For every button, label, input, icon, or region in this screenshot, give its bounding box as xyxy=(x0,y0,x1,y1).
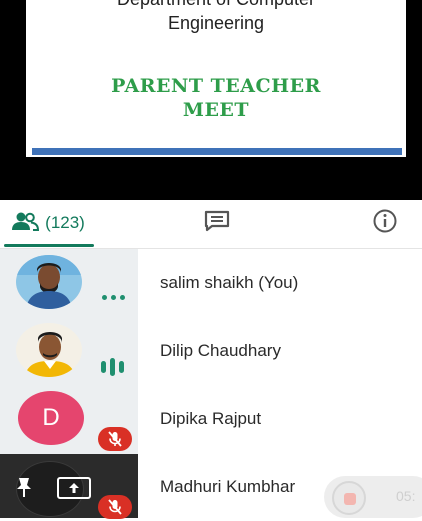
participant-name: Dilip Chaudhary xyxy=(160,341,281,360)
slide-footer-bar xyxy=(32,148,402,155)
participant-name: Dipika Rajput xyxy=(160,409,262,428)
panel-tabs: (123) xyxy=(0,200,422,249)
participant-row[interactable]: D Dipika Rajput xyxy=(0,385,422,453)
chat-icon xyxy=(203,209,231,238)
audio-level-icon xyxy=(101,358,124,376)
tab-info[interactable] xyxy=(360,200,410,246)
more-options-icon[interactable] xyxy=(102,295,125,300)
slide-title-line2: MEET xyxy=(182,99,250,121)
slide-engineering-text: Engineering xyxy=(167,13,265,33)
record-icon xyxy=(332,481,366,515)
presentation-stage: Department of Computer Engineering PAREN… xyxy=(0,0,422,200)
participant-row[interactable]: salim shaikh (You) xyxy=(0,249,422,317)
avatar xyxy=(16,323,82,377)
avatar xyxy=(16,255,82,309)
participant-name: salim shaikh (You) xyxy=(160,273,299,292)
people-count: (123) xyxy=(45,213,85,232)
active-tab-indicator xyxy=(4,244,94,247)
avatar-initial: D xyxy=(42,404,60,431)
slide-title: PARENT TEACHER MEET xyxy=(26,74,406,122)
slide-title-line1: PARENT TEACHER xyxy=(111,75,321,97)
recording-time: 05: xyxy=(396,488,416,504)
participant-row[interactable]: Dilip Chaudhary xyxy=(0,317,422,385)
tab-chat[interactable] xyxy=(190,200,244,246)
recording-indicator[interactable]: 05: xyxy=(324,476,422,518)
presented-slide: Department of Computer Engineering PAREN… xyxy=(26,0,406,157)
slide-department-text: Department of Computer xyxy=(26,0,406,10)
participant-name: Madhuri Kumbhar xyxy=(160,477,296,496)
mic-off-icon xyxy=(98,427,132,451)
info-icon xyxy=(372,208,398,239)
tab-people[interactable]: (123) xyxy=(0,200,96,246)
avatar: D xyxy=(18,391,84,445)
people-icon xyxy=(11,211,40,236)
